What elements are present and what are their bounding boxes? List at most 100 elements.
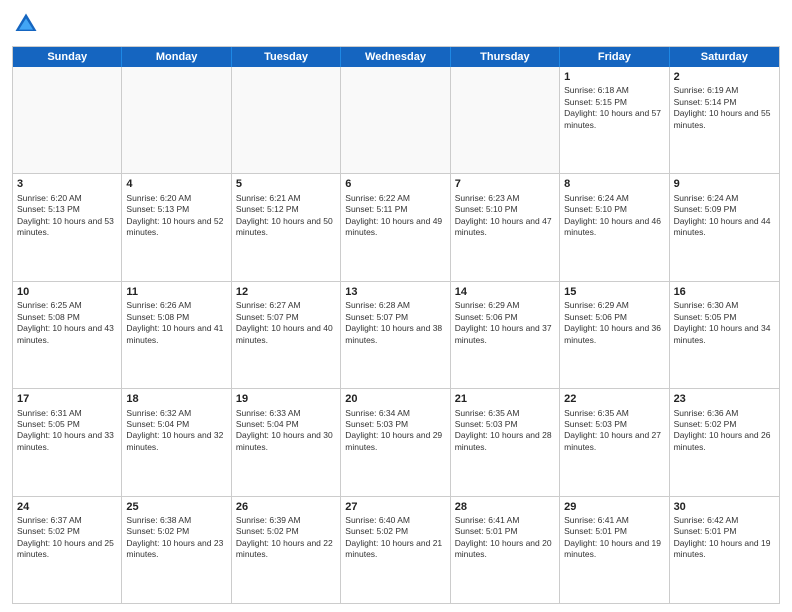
calendar-cell: 8 Sunrise: 6:24 AMSunset: 5:10 PMDaylight… bbox=[560, 174, 669, 280]
day-number: 18 bbox=[126, 392, 226, 406]
day-header-wednesday: Wednesday bbox=[341, 47, 450, 67]
calendar-cell: 5Sunrise: 6:21 AMSunset: 5:12 PMDaylight… bbox=[232, 174, 341, 280]
day-number: 13 bbox=[345, 285, 445, 299]
calendar-cell bbox=[13, 67, 122, 173]
day-number: 11 bbox=[126, 285, 226, 299]
cell-info: Sunrise: 6:41 AMSunset: 5:01 PMDaylight:… bbox=[455, 515, 555, 561]
calendar-cell: 12Sunrise: 6:27 AMSunset: 5:07 PMDayligh… bbox=[232, 282, 341, 388]
cell-info: Sunrise: 6:38 AMSunset: 5:02 PMDaylight:… bbox=[126, 515, 226, 561]
calendar-cell: 13Sunrise: 6:28 AMSunset: 5:07 PMDayligh… bbox=[341, 282, 450, 388]
cell-info: Sunrise: 6:33 AMSunset: 5:04 PMDaylight:… bbox=[236, 408, 336, 454]
calendar-cell: 21 Sunrise: 6:35 AMSunset: 5:03 PMDayligh… bbox=[451, 389, 560, 495]
calendar-cell bbox=[451, 67, 560, 173]
day-number: 12 bbox=[236, 285, 336, 299]
calendar-cell: 3 Sunrise: 6:20 AMSunset: 5:13 PMDaylight… bbox=[13, 174, 122, 280]
calendar-cell: 2Sunrise: 6:19 AMSunset: 5:14 PMDaylight… bbox=[670, 67, 779, 173]
logo bbox=[12, 10, 44, 38]
calendar-row-4: 17 Sunrise: 6:31 AMSunset: 5:05 PMDayligh… bbox=[13, 389, 779, 496]
calendar-cell: 23 Sunrise: 6:36 AMSunset: 5:02 PMDayligh… bbox=[670, 389, 779, 495]
cell-info: Sunrise: 6:21 AMSunset: 5:12 PMDaylight:… bbox=[236, 193, 336, 239]
cell-info: Sunrise: 6:35 AMSunset: 5:03 PMDaylight:… bbox=[564, 408, 664, 454]
calendar-row-2: 3 Sunrise: 6:20 AMSunset: 5:13 PMDaylight… bbox=[13, 174, 779, 281]
calendar-cell: 1Sunrise: 6:18 AMSunset: 5:15 PMDaylight… bbox=[560, 67, 669, 173]
day-number: 20 bbox=[345, 392, 445, 406]
cell-info: Sunrise: 6:34 AMSunset: 5:03 PMDaylight:… bbox=[345, 408, 445, 454]
calendar-cell: 18 Sunrise: 6:32 AMSunset: 5:04 PMDayligh… bbox=[122, 389, 231, 495]
day-number: 4 bbox=[126, 177, 226, 191]
calendar-cell: 16Sunrise: 6:30 AMSunset: 5:05 PMDayligh… bbox=[670, 282, 779, 388]
cell-info: Sunrise: 6:25 AMSunset: 5:08 PMDaylight:… bbox=[17, 300, 117, 346]
day-header-tuesday: Tuesday bbox=[232, 47, 341, 67]
calendar-cell: 27Sunrise: 6:40 AMSunset: 5:02 PMDayligh… bbox=[341, 497, 450, 603]
page: SundayMondayTuesdayWednesdayThursdayFrid… bbox=[0, 0, 792, 612]
cell-info: Sunrise: 6:41 AMSunset: 5:01 PMDaylight:… bbox=[564, 515, 664, 561]
calendar-row-5: 24Sunrise: 6:37 AMSunset: 5:02 PMDayligh… bbox=[13, 497, 779, 603]
calendar-header: SundayMondayTuesdayWednesdayThursdayFrid… bbox=[13, 47, 779, 67]
cell-info: Sunrise: 6:20 AMSunset: 5:13 PMDaylight:… bbox=[126, 193, 226, 239]
calendar-cell: 22 Sunrise: 6:35 AMSunset: 5:03 PMDayligh… bbox=[560, 389, 669, 495]
day-header-sunday: Sunday bbox=[13, 47, 122, 67]
cell-info: Sunrise: 6:42 AMSunset: 5:01 PMDaylight:… bbox=[674, 515, 775, 561]
day-number: 25 bbox=[126, 500, 226, 514]
day-number: 17 bbox=[17, 392, 117, 406]
calendar-cell: 25Sunrise: 6:38 AMSunset: 5:02 PMDayligh… bbox=[122, 497, 231, 603]
calendar-cell: 24Sunrise: 6:37 AMSunset: 5:02 PMDayligh… bbox=[13, 497, 122, 603]
cell-info: Sunrise: 6:24 AMSunset: 5:09 PMDaylight:… bbox=[674, 193, 775, 239]
cell-info: Sunrise: 6:29 AMSunset: 5:06 PMDaylight:… bbox=[455, 300, 555, 346]
cell-info: Sunrise: 6:28 AMSunset: 5:07 PMDaylight:… bbox=[345, 300, 445, 346]
day-header-thursday: Thursday bbox=[451, 47, 560, 67]
day-header-saturday: Saturday bbox=[670, 47, 779, 67]
day-number: 16 bbox=[674, 285, 775, 299]
day-number: 27 bbox=[345, 500, 445, 514]
day-number: 28 bbox=[455, 500, 555, 514]
day-number: 23 bbox=[674, 392, 775, 406]
cell-info: Sunrise: 6:24 AMSunset: 5:10 PMDaylight:… bbox=[564, 193, 664, 239]
calendar-cell bbox=[232, 67, 341, 173]
day-header-friday: Friday bbox=[560, 47, 669, 67]
day-number: 3 bbox=[17, 177, 117, 191]
day-number: 22 bbox=[564, 392, 664, 406]
day-number: 9 bbox=[674, 177, 775, 191]
day-number: 15 bbox=[564, 285, 664, 299]
day-number: 7 bbox=[455, 177, 555, 191]
cell-info: Sunrise: 6:18 AMSunset: 5:15 PMDaylight:… bbox=[564, 85, 664, 131]
day-number: 29 bbox=[564, 500, 664, 514]
header bbox=[12, 10, 780, 38]
cell-info: Sunrise: 6:22 AMSunset: 5:11 PMDaylight:… bbox=[345, 193, 445, 239]
calendar-cell: 26Sunrise: 6:39 AMSunset: 5:02 PMDayligh… bbox=[232, 497, 341, 603]
day-number: 6 bbox=[345, 177, 445, 191]
calendar-cell bbox=[341, 67, 450, 173]
cell-info: Sunrise: 6:35 AMSunset: 5:03 PMDaylight:… bbox=[455, 408, 555, 454]
cell-info: Sunrise: 6:31 AMSunset: 5:05 PMDaylight:… bbox=[17, 408, 117, 454]
calendar-cell bbox=[122, 67, 231, 173]
cell-info: Sunrise: 6:27 AMSunset: 5:07 PMDaylight:… bbox=[236, 300, 336, 346]
day-number: 14 bbox=[455, 285, 555, 299]
day-number: 24 bbox=[17, 500, 117, 514]
calendar-cell: 7Sunrise: 6:23 AMSunset: 5:10 PMDaylight… bbox=[451, 174, 560, 280]
calendar-cell: 28Sunrise: 6:41 AMSunset: 5:01 PMDayligh… bbox=[451, 497, 560, 603]
day-number: 21 bbox=[455, 392, 555, 406]
cell-info: Sunrise: 6:32 AMSunset: 5:04 PMDaylight:… bbox=[126, 408, 226, 454]
calendar-row-1: 1Sunrise: 6:18 AMSunset: 5:15 PMDaylight… bbox=[13, 67, 779, 174]
day-number: 1 bbox=[564, 70, 664, 84]
day-number: 30 bbox=[674, 500, 775, 514]
day-header-monday: Monday bbox=[122, 47, 231, 67]
logo-icon bbox=[12, 10, 40, 38]
calendar-body: 1Sunrise: 6:18 AMSunset: 5:15 PMDaylight… bbox=[13, 67, 779, 603]
calendar-cell: 17 Sunrise: 6:31 AMSunset: 5:05 PMDayligh… bbox=[13, 389, 122, 495]
calendar-cell: 20 Sunrise: 6:34 AMSunset: 5:03 PMDayligh… bbox=[341, 389, 450, 495]
cell-info: Sunrise: 6:36 AMSunset: 5:02 PMDaylight:… bbox=[674, 408, 775, 454]
calendar-cell: 29Sunrise: 6:41 AMSunset: 5:01 PMDayligh… bbox=[560, 497, 669, 603]
cell-info: Sunrise: 6:29 AMSunset: 5:06 PMDaylight:… bbox=[564, 300, 664, 346]
calendar-cell: 11Sunrise: 6:26 AMSunset: 5:08 PMDayligh… bbox=[122, 282, 231, 388]
calendar-cell: 4 Sunrise: 6:20 AMSunset: 5:13 PMDaylight… bbox=[122, 174, 231, 280]
calendar-cell: 30Sunrise: 6:42 AMSunset: 5:01 PMDayligh… bbox=[670, 497, 779, 603]
cell-info: Sunrise: 6:20 AMSunset: 5:13 PMDaylight:… bbox=[17, 193, 117, 239]
calendar-cell: 9 Sunrise: 6:24 AMSunset: 5:09 PMDaylight… bbox=[670, 174, 779, 280]
day-number: 10 bbox=[17, 285, 117, 299]
day-number: 19 bbox=[236, 392, 336, 406]
calendar-cell: 6 Sunrise: 6:22 AMSunset: 5:11 PMDaylight… bbox=[341, 174, 450, 280]
cell-info: Sunrise: 6:40 AMSunset: 5:02 PMDaylight:… bbox=[345, 515, 445, 561]
day-number: 8 bbox=[564, 177, 664, 191]
calendar: SundayMondayTuesdayWednesdayThursdayFrid… bbox=[12, 46, 780, 604]
